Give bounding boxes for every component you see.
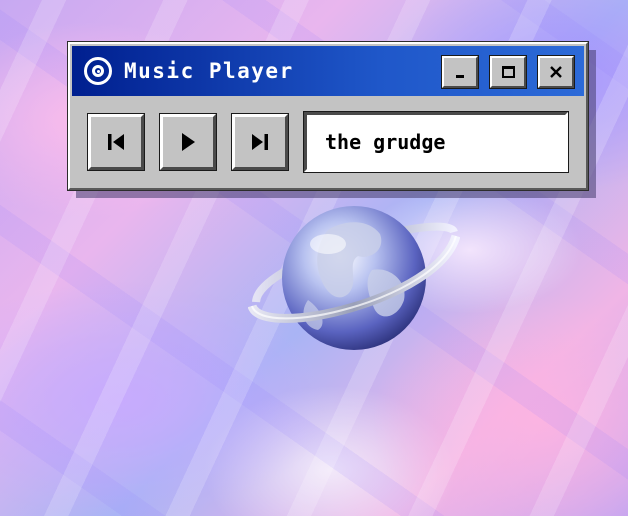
chrome-globe-image [247,190,461,366]
now-playing-title: the grudge [325,130,446,154]
previous-track-icon [108,134,124,150]
next-track-button[interactable] [231,113,289,171]
play-icon [182,133,195,151]
close-button[interactable] [537,55,575,89]
disc-icon [84,57,112,85]
play-button[interactable] [159,113,217,171]
title-bar[interactable]: Music Player [72,46,584,96]
minimize-button[interactable] [441,55,479,89]
music-player-window[interactable]: Music Player the grudge [67,41,589,191]
maximize-button[interactable] [489,55,527,89]
window-title: Music Player [124,59,294,83]
now-playing-display: the grudge [303,111,569,173]
close-icon [550,66,562,78]
previous-track-button[interactable] [87,113,145,171]
maximize-icon [501,66,515,78]
minimize-icon [456,74,464,78]
next-track-icon [252,134,268,150]
